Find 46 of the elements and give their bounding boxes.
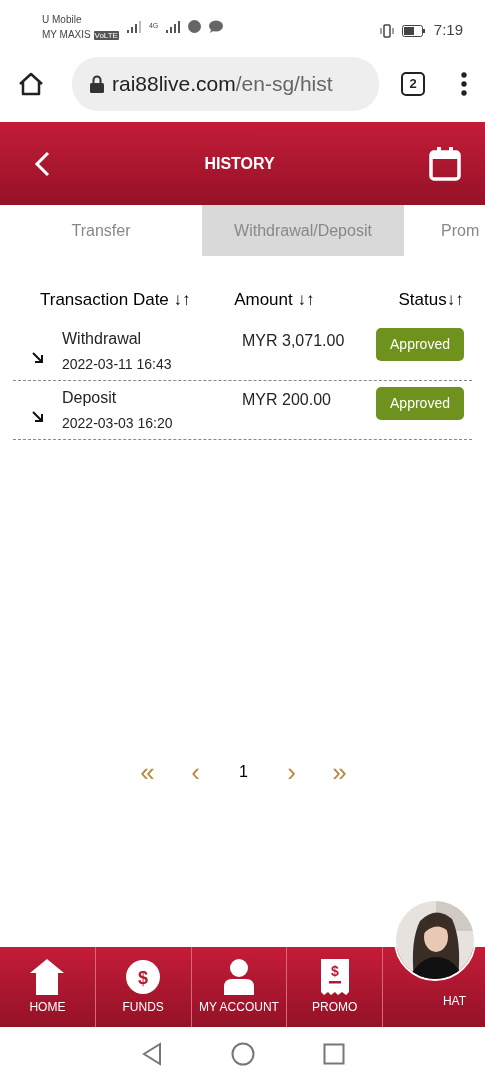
back-icon[interactable] [34,150,50,177]
address-bar[interactable]: rai88live.com/en-sg/hist [72,56,379,111]
receipt-icon: $ [320,959,349,995]
status-badge: Approved [376,328,464,361]
home-icon[interactable] [18,71,44,96]
nav-item[interactable]: $ PROMO [287,947,384,1027]
calendar-icon[interactable] [429,146,461,181]
home-button-icon[interactable] [230,1041,255,1066]
amount: MYR 200.00 [241,390,332,410]
transaction-type: Withdrawal [62,329,143,349]
lock-icon [90,74,104,93]
amount: MYR 3,071.00 [241,331,346,351]
signal-icon [126,20,141,33]
home-icon [30,959,65,995]
column-header[interactable]: Amount ↓↑ [234,278,399,322]
nav-item[interactable]: MY ACCOUNT [191,947,288,1027]
arrow-icon [32,352,44,364]
column-header[interactable]: Status↓↑ [398,278,485,322]
back-icon[interactable] [140,1041,163,1066]
vibrate-icon [379,23,394,38]
tab-count[interactable]: 2 [401,71,425,96]
url-text: rai88live.com/en-sg/hist [112,70,333,97]
tab[interactable]: Prom [404,205,485,256]
signal-icon [166,20,181,33]
clock-time: 7:19 [433,20,463,41]
transaction-date: 2022-03-11 16:43 [62,355,172,374]
volte-badge: VoLTE [93,30,119,40]
transaction-date: 2022-03-03 16:20 [62,414,173,433]
status-badge: Approved [376,387,464,420]
nav-item[interactable]: HAT [442,992,466,1010]
transaction-type: Deposit [62,388,118,408]
nav-item[interactable]: $ FUNDS [95,947,192,1027]
nav-item[interactable]: HOME [0,947,96,1027]
menu-icon[interactable] [461,71,467,96]
arrow-icon [32,411,44,423]
column-header[interactable]: Transaction Date ↓↑ [40,278,235,322]
dollar-coin-icon: $ [125,959,162,995]
user-icon [224,959,254,995]
chat-icon [209,20,224,33]
carrier-name: MY MAXIS [42,28,91,40]
tab[interactable]: Transfer [0,205,202,256]
carrier-name: U Mobile [42,12,83,27]
page-number[interactable]: 1 [219,759,268,785]
page-title: HISTORY [204,153,275,174]
battery-icon [401,24,426,37]
recents-icon[interactable] [322,1042,345,1065]
